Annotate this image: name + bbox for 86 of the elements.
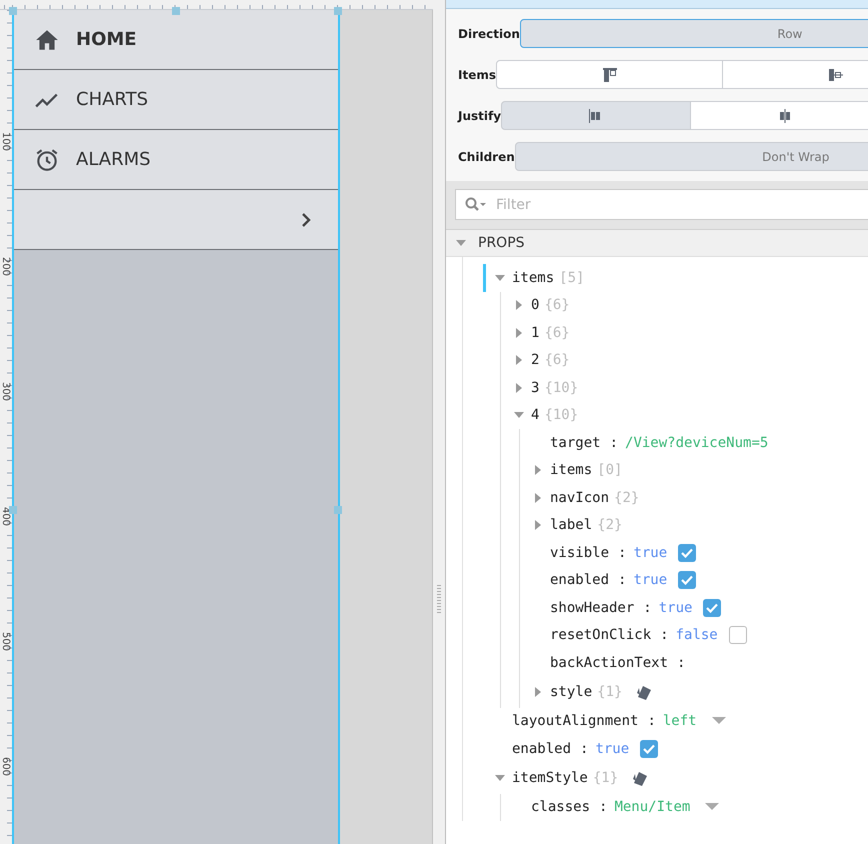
search-icon [465,197,487,213]
checkbox[interactable] [640,740,658,758]
ruler-label: 600 [0,756,12,776]
property-count: [5] [559,270,584,286]
property-value[interactable]: true [633,572,668,588]
alarm-clock-icon [34,146,60,172]
ruler-label: 500 [0,632,12,652]
segment-button[interactable]: Don't Wrap [514,142,868,171]
property-value[interactable]: true [658,600,692,616]
property-count: {1} [592,770,618,786]
checkbox[interactable] [678,544,696,562]
property-value[interactable]: true [633,544,668,561]
property-value[interactable]: Menu/Item [614,799,690,816]
selection-handle[interactable] [334,7,342,15]
checkbox[interactable] [678,571,696,590]
menu-item[interactable]: CHARTS [14,70,338,130]
property-count: {6} [544,297,570,314]
property-key: 0 [531,297,540,314]
filter-field[interactable]: Filter [455,189,868,220]
selection-handle[interactable] [172,7,180,15]
property-key: target [550,434,601,451]
align-top-icon [602,68,616,82]
dropdown-caret-icon [712,717,726,726]
property-value[interactable]: true [595,740,630,757]
property-value[interactable]: false [676,627,718,644]
property-count: {2} [614,490,640,506]
property-count: {10} [544,407,578,424]
ruler-label: 200 [0,256,12,276]
property-colon: : [610,434,618,451]
selection-handle[interactable] [334,506,342,514]
property-count: {1} [597,684,622,700]
property-key: showHeader [550,600,634,616]
property-key: 1 [531,324,540,341]
property-colon: : [660,627,669,644]
property-key: style [550,684,592,700]
property-key: label [550,517,592,534]
property-key: classes [531,799,590,816]
section-header[interactable]: PROPS [446,229,868,257]
property-colon: : [618,572,626,588]
property-count: [0] [597,462,622,478]
align-center-icon [828,68,842,82]
menu-item[interactable]: ALARMS [14,130,338,190]
property-colon: : [643,600,652,616]
menu-item[interactable]: HOME [14,10,338,70]
property-key: enabled [550,572,610,588]
property-colon: : [647,713,656,730]
segment-button[interactable]: Row [520,19,868,48]
property-key: 3 [531,380,540,396]
field-label: Justify [458,108,502,122]
property-key: 2 [531,352,540,368]
property-key: enabled [512,740,572,757]
dropdown-caret-icon [705,803,720,812]
property-count: {6} [544,324,570,341]
property-colon: : [580,740,588,757]
property-count: {6} [544,352,570,368]
field-label: Children [458,150,515,164]
selection-handle[interactable] [9,7,17,15]
ruler-label: 100 [0,132,12,152]
property-key: visible [550,544,610,561]
property-key: items [550,462,592,478]
checkbox[interactable] [728,626,747,644]
property-value[interactable]: /View?deviceNum=5 [625,434,768,451]
property-key: 4 [531,407,540,424]
ruler-label: 400 [0,506,12,526]
style-icon [631,769,650,787]
justify-center-icon [778,108,792,122]
property-colon: : [677,654,686,671]
property-key: navIcon [550,490,610,506]
splitter-grip[interactable] [437,585,441,613]
property-key: layoutAlignment [512,713,638,730]
property-key: resetOnClick [550,627,652,644]
chevron-right-icon [300,212,312,228]
property-value[interactable]: left [662,713,697,730]
property-count: {2} [597,517,622,534]
property-colon: : [618,544,626,561]
field-label: Direction [458,26,520,40]
property-key: items [512,270,554,286]
property-colon: : [599,799,608,816]
property-count: {10} [544,380,578,396]
checkbox[interactable] [703,598,722,617]
style-icon [635,683,654,701]
property-key: backActionText [550,654,668,671]
property-key: itemStyle [512,770,588,786]
selection-handle[interactable] [9,506,17,514]
ruler-label: 300 [0,382,12,402]
field-label: Items [458,68,496,82]
